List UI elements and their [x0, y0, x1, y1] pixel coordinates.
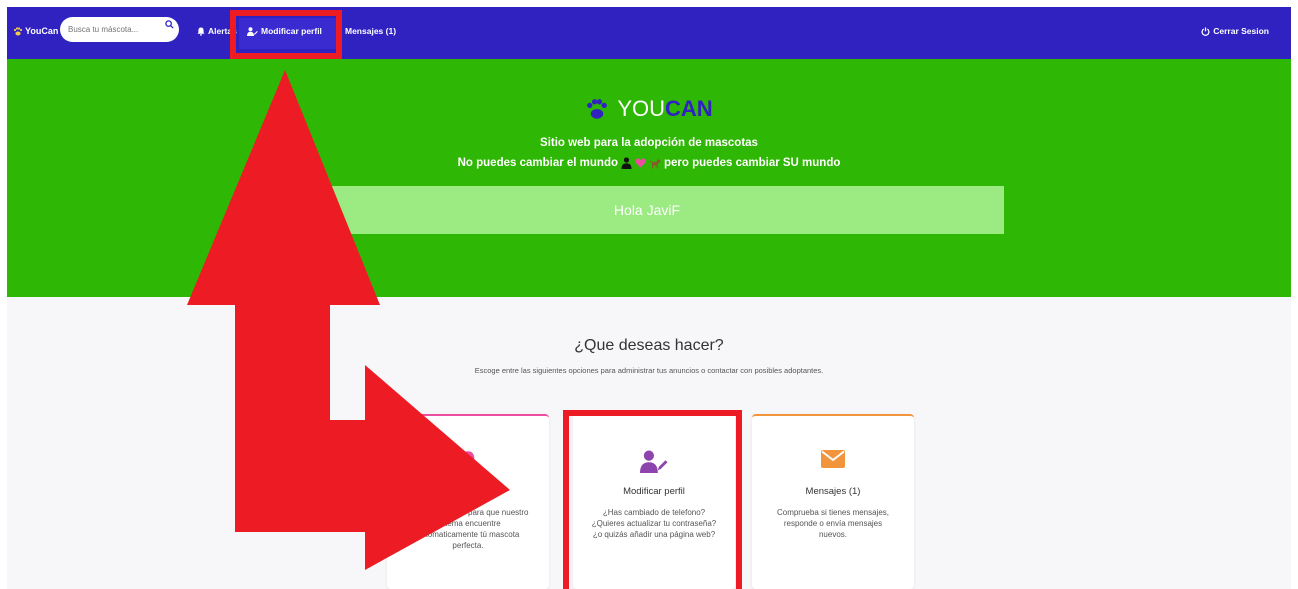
- hero-subtitle: Sitio web para la adopción de mascotas: [540, 137, 758, 149]
- card-mensajes[interactable]: Mensajes (1) Comprueba si tienes mensaje…: [752, 414, 914, 589]
- brand-label: YouCan: [25, 26, 59, 36]
- user-edit-icon: [247, 26, 258, 36]
- logout-label: Cerrar Sesion: [1213, 26, 1269, 36]
- section-description: Escoge entre las siguientes opciones par…: [474, 366, 824, 375]
- hero-banner: YOUCAN Sitio web para la adopción de mas…: [7, 59, 1291, 297]
- nav-mensajes[interactable]: Mensajes (1): [345, 26, 396, 36]
- card-modificar-perfil[interactable]: Modificar perfil ¿Has cambiado de telefo…: [573, 414, 735, 589]
- dog-icon: [650, 158, 661, 168]
- logo-can: CAN: [665, 96, 713, 121]
- card-alertas-title: Alertas: [453, 486, 483, 497]
- search-input[interactable]: [68, 22, 164, 36]
- logo-you: YOU: [617, 96, 665, 121]
- person-icon: [621, 157, 632, 169]
- logout-button[interactable]: Cerrar Sesion: [1201, 26, 1269, 36]
- nav-mensajes-label: Mensajes (1): [345, 26, 397, 36]
- card-mensajes-title: Mensajes (1): [805, 486, 861, 497]
- hero-tagline: No puedes cambiar el mundo pero puedes c…: [7, 157, 1291, 169]
- section-title: ¿Que deseas hacer?: [574, 337, 724, 354]
- bell-icon: [197, 27, 205, 36]
- tagline-start: No puedes cambiar el mundo: [457, 157, 619, 169]
- nav-modificar-perfil-label: Modificar perfil: [261, 26, 322, 36]
- card-modificar-perfil-text: ¿Has cambiado de telefono? ¿Quieres actu…: [591, 508, 717, 539]
- greeting-bar: Hola JaviF: [290, 186, 1004, 234]
- page: YouCan Alertas Modificar perfil: [7, 7, 1291, 589]
- nav-alertas[interactable]: Alertas: [197, 26, 237, 36]
- card-mensajes-text: Comprueba si tienes mensajes, responde o…: [776, 508, 890, 539]
- navbar: YouCan Alertas Modificar perfil: [7, 7, 1291, 59]
- envelope-icon: [821, 450, 845, 468]
- brand-link[interactable]: YouCan: [13, 26, 58, 36]
- power-icon: [1201, 26, 1210, 36]
- bell-icon: [459, 451, 477, 472]
- search-icon[interactable]: [165, 20, 174, 29]
- tagline-end: pero puedes cambiar SU mundo: [664, 157, 841, 169]
- user-edit-icon: [640, 450, 668, 473]
- card-modificar-perfil-title: Modificar perfil: [623, 486, 685, 497]
- nav-alertas-label: Alertas: [208, 26, 237, 36]
- paw-icon: [587, 99, 608, 119]
- paw-icon: [13, 26, 23, 35]
- heart-icon: [635, 158, 646, 168]
- hero-logo: YOUCAN: [7, 96, 1291, 122]
- nav-modificar-perfil[interactable]: Modificar perfil: [247, 26, 322, 36]
- search-box: [60, 17, 179, 42]
- card-alertas[interactable]: Alertas Gestiona alertas para que nuestr…: [387, 414, 549, 589]
- card-alertas-text: Gestiona alertas para que nuestro sistem…: [407, 508, 529, 550]
